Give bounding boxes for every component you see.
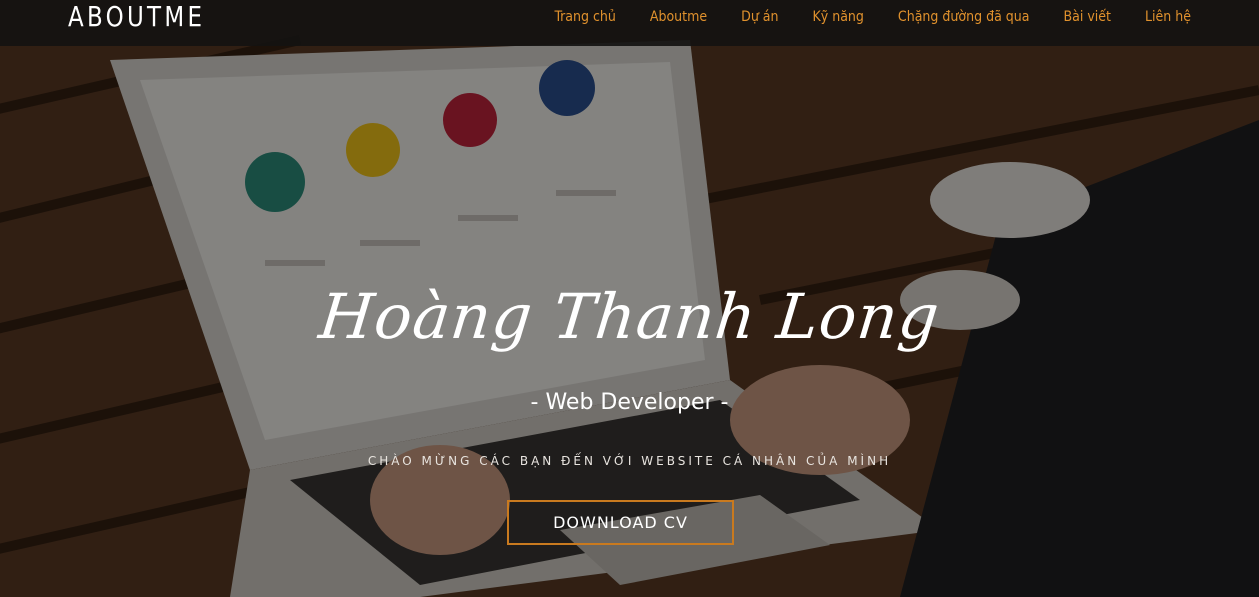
nav-item-du-an[interactable]: Dự án — [741, 0, 778, 34]
brand-logo[interactable]: ABOUTME — [68, 0, 205, 34]
nav-item-lien-he[interactable]: Liên hệ — [1145, 0, 1191, 34]
hero-welcome-text: CHÀO MỪNG CÁC BẠN ĐẾN VỚI WEBSITE CÁ NHÂ… — [367, 454, 892, 468]
hero-name: Hoàng Thanh Long — [315, 280, 944, 353]
nav-item-chang-duong[interactable]: Chặng đường đã qua — [898, 0, 1030, 34]
nav-item-trang-chu[interactable]: Trang chủ — [554, 0, 615, 34]
top-navbar: ABOUTME Trang chủ Aboutme Dự án Kỹ năng … — [0, 0, 1259, 46]
nav-item-aboutme[interactable]: Aboutme — [650, 0, 707, 34]
download-cv-button[interactable]: DOWNLOAD CV — [507, 500, 734, 545]
hero-role: - Web Developer - — [530, 390, 729, 415]
nav-item-ky-nang[interactable]: Kỹ năng — [813, 0, 864, 34]
hero-section: Hoàng Thanh Long - Web Developer - CHÀO … — [0, 0, 1259, 597]
hero-content: Hoàng Thanh Long - Web Developer - CHÀO … — [0, 0, 1259, 597]
nav-item-bai-viet[interactable]: Bài viết — [1064, 0, 1112, 34]
nav-menu: Trang chủ Aboutme Dự án Kỹ năng Chặng đư… — [520, 0, 1191, 34]
